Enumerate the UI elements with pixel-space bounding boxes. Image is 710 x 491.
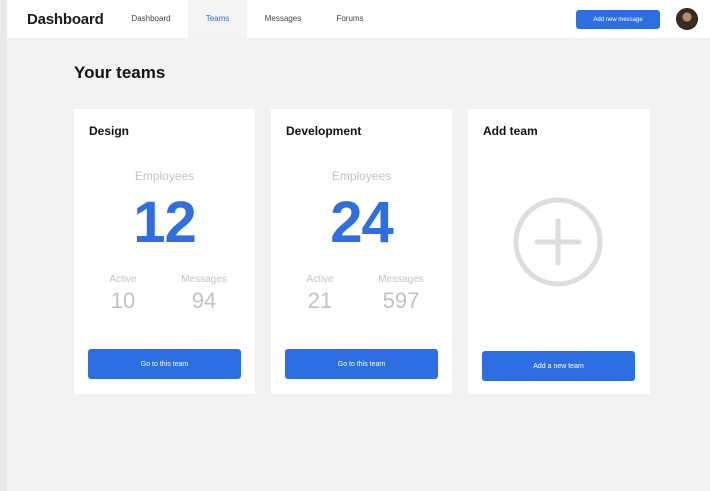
add-team-card: Add team Add a new team xyxy=(468,109,650,394)
employees-label: Employees xyxy=(331,169,392,183)
team-card-design: Design Employees 12 Active Messages 10 9… xyxy=(74,109,255,394)
employees-count: 12 xyxy=(133,190,197,255)
active-count: 10 xyxy=(110,288,136,313)
messages-count: 94 xyxy=(191,288,217,313)
brand-title: Dashboard xyxy=(27,11,104,28)
nav-teams[interactable]: Teams xyxy=(188,0,247,38)
add-new-team-button[interactable]: Add a new team xyxy=(482,351,635,381)
add-new-message-button[interactable]: Add new message xyxy=(576,10,660,29)
active-label: Active xyxy=(306,274,334,285)
left-edge xyxy=(0,0,7,491)
team-card-development: Development Employees 24 Active Messages… xyxy=(271,109,452,394)
plus-circle-icon[interactable] xyxy=(513,197,603,287)
top-navbar: Dashboard Dashboard Teams Messages Forum… xyxy=(7,0,710,38)
nav-forums[interactable]: Forums xyxy=(322,0,378,38)
page-title: Your teams xyxy=(74,63,166,82)
employees-count: 24 xyxy=(330,190,394,255)
add-team-title: Add team xyxy=(483,124,538,138)
messages-label: Messages xyxy=(181,274,227,285)
messages-count: 597 xyxy=(382,288,420,313)
team-name: Design xyxy=(89,124,130,138)
active-label: Active xyxy=(109,274,137,285)
team-name: Development xyxy=(286,124,362,138)
active-count: 21 xyxy=(307,288,333,313)
go-to-team-button[interactable]: Go to this team xyxy=(88,349,241,379)
user-avatar[interactable] xyxy=(676,8,698,30)
nav-dashboard[interactable]: Dashboard xyxy=(121,0,181,38)
employees-label: Employees xyxy=(134,169,195,183)
nav-messages[interactable]: Messages xyxy=(253,0,313,38)
go-to-team-button[interactable]: Go to this team xyxy=(285,349,438,379)
messages-label: Messages xyxy=(378,274,424,285)
